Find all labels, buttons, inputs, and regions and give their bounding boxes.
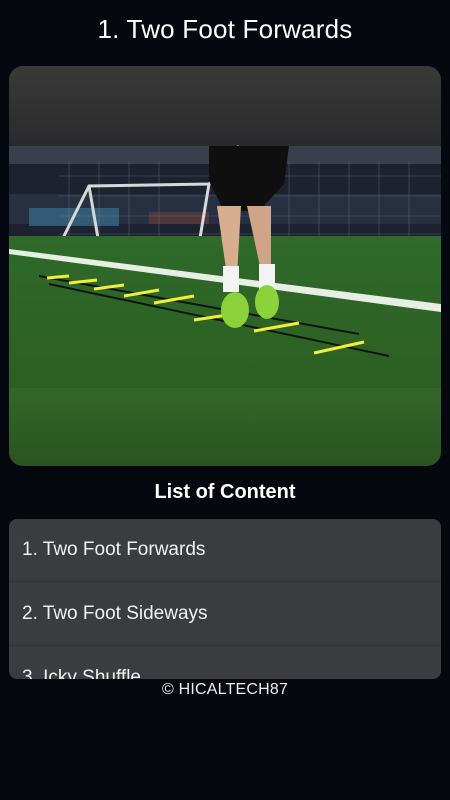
list-item-icky-shuffle[interactable]: 3. Icky Shuffle — [9, 646, 441, 680]
page-title: 1. Two Foot Forwards — [97, 14, 353, 44]
list-heading: List of Content — [154, 481, 296, 503]
list-item-two-foot-forwards[interactable]: 1. Two Foot Forwards — [9, 519, 441, 582]
content-list[interactable]: 1. Two Foot Forwards 2. Two Foot Sideway… — [9, 519, 441, 679]
video-frame-image — [9, 66, 441, 466]
copyright-text: © HICALTECH87 — [161, 681, 289, 698]
video-player[interactable] — [9, 66, 441, 466]
list-item-two-foot-sideways[interactable]: 2. Two Foot Sideways — [9, 582, 441, 646]
